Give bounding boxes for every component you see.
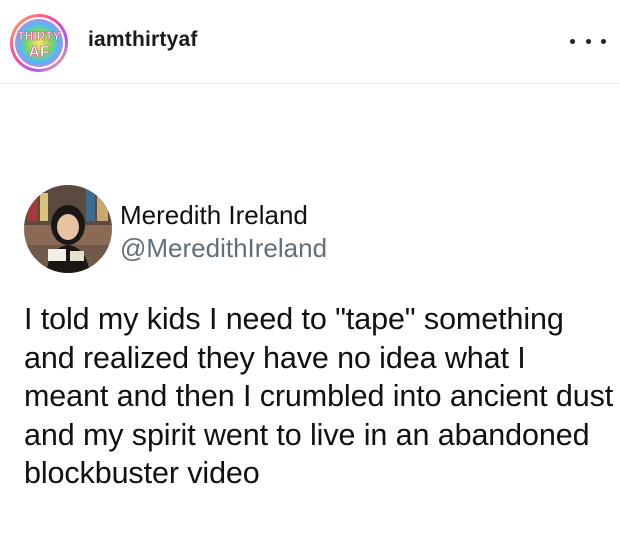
tweet-text: I told my kids I need to "tape" somethin…: [24, 302, 614, 490]
more-dot: [570, 38, 575, 44]
post-header: THIRTY AF iamthirtyaf: [0, 0, 620, 84]
thirty-af-logo-icon: THIRTY AF: [10, 14, 68, 72]
instagram-post: THIRTY AF iamthirtyaf Meredith Ireland @…: [0, 0, 620, 543]
author-avatar: [24, 185, 112, 273]
account-avatar[interactable]: THIRTY AF: [9, 13, 69, 73]
more-dot: [585, 38, 591, 44]
author-name: Meredith Ireland: [120, 200, 308, 230]
author-handle: @MeredithIreland: [120, 233, 328, 263]
svg-text:THIRTY: THIRTY: [17, 29, 60, 43]
more-dot: [601, 38, 606, 44]
author-photo-icon: [24, 185, 112, 273]
account-username[interactable]: iamthirtyaf: [88, 28, 198, 52]
more-horizontal-icon[interactable]: [570, 36, 606, 46]
svg-text:AF: AF: [28, 44, 50, 61]
